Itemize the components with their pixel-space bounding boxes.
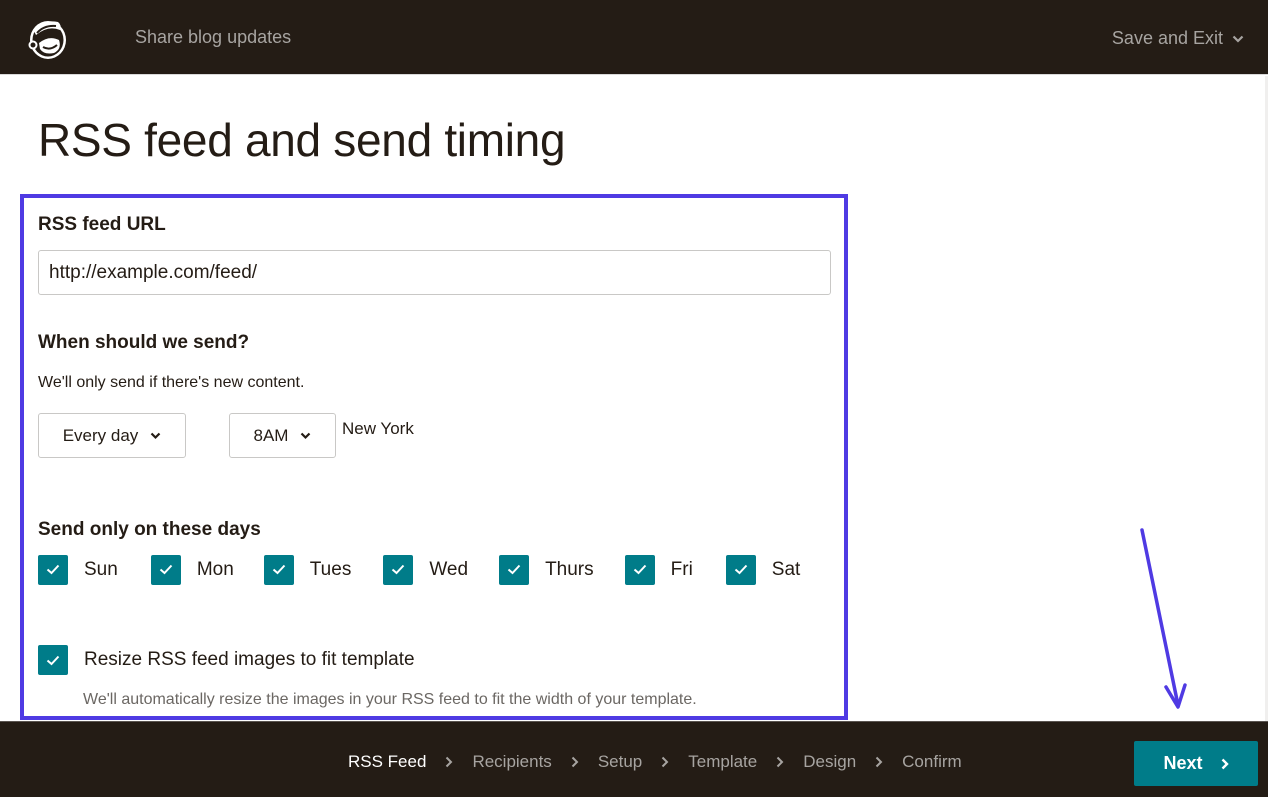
frequency-value: Every day — [62, 425, 139, 445]
checkbox[interactable] — [150, 554, 181, 585]
chevron-right-icon — [446, 756, 453, 768]
day-checkbox-sat[interactable]: Sat — [725, 554, 801, 585]
day-checkbox-fri[interactable]: Fri — [624, 554, 693, 585]
page-title: RSS feed and send timing — [38, 114, 566, 166]
step-template[interactable]: Template — [688, 752, 757, 772]
time-select[interactable]: 8AM — [229, 413, 336, 458]
step-recipients[interactable]: Recipients — [472, 752, 551, 772]
checkbox[interactable] — [38, 645, 68, 675]
chevron-down-icon — [301, 432, 311, 439]
checkbox[interactable] — [624, 554, 655, 585]
send-timing-help: We'll only send if there's new content. — [38, 374, 305, 391]
day-checkbox-tues[interactable]: Tues — [263, 554, 352, 585]
chevron-right-icon — [1221, 758, 1229, 769]
checkmark-icon — [272, 564, 286, 575]
send-days-label: Send only on these days — [38, 519, 261, 540]
timezone-label: New York — [342, 419, 414, 438]
frequency-select[interactable]: Every day — [38, 413, 186, 458]
chevron-right-icon — [662, 756, 669, 768]
checkmark-icon — [507, 564, 521, 575]
chevron-right-icon — [875, 756, 883, 768]
resize-images-help: We'll automatically resize the images in… — [83, 691, 697, 708]
save-and-exit-button[interactable]: Save and Exit — [1112, 28, 1244, 49]
checkmark-icon — [46, 564, 60, 575]
chevron-right-icon — [571, 756, 579, 768]
checkbox[interactable] — [725, 554, 756, 585]
day-label: Sat — [771, 558, 801, 580]
campaign-name: Share blog updates — [135, 27, 292, 47]
checkmark-icon — [633, 564, 646, 575]
day-checkbox-mon[interactable]: Mon — [150, 554, 234, 585]
footer-bar: RSS Feed Recipients Setup Template Desig… — [0, 721, 1268, 797]
day-label: Tues — [309, 558, 352, 580]
resize-images-checkbox[interactable]: Resize RSS feed images to fit template — [38, 645, 415, 675]
day-checkbox-sun[interactable]: Sun — [38, 554, 118, 585]
chevron-right-icon — [777, 756, 784, 768]
next-label: Next — [1163, 753, 1203, 773]
checkbox[interactable] — [38, 554, 68, 585]
day-label: Fri — [670, 558, 693, 580]
days-checkbox-group: Sun Mon Tues Wed Thurs Fri Sat — [38, 554, 800, 585]
next-button[interactable]: Next — [1134, 741, 1258, 786]
mailchimp-logo-icon[interactable] — [22, 13, 72, 63]
resize-images-label: Resize RSS feed images to fit template — [84, 649, 415, 670]
checkbox[interactable] — [383, 554, 414, 585]
step-rss-feed[interactable]: RSS Feed — [348, 752, 426, 772]
progress-steps: RSS Feed Recipients Setup Template Desig… — [348, 752, 962, 772]
checkmark-icon — [159, 564, 173, 575]
checkbox[interactable] — [263, 554, 294, 585]
checkmark-icon — [734, 564, 748, 575]
top-bar: Share blog updates Save and Exit — [0, 0, 1268, 75]
step-design[interactable]: Design — [803, 752, 856, 772]
time-value: 8AM — [253, 425, 289, 445]
chevron-down-icon — [1232, 35, 1244, 43]
annotation-arrow-icon — [1140, 528, 1187, 709]
day-checkbox-wed[interactable]: Wed — [383, 554, 469, 585]
checkmark-icon — [392, 564, 405, 575]
rss-url-input[interactable] — [38, 250, 831, 295]
day-label: Wed — [429, 558, 469, 580]
checkbox[interactable] — [499, 554, 530, 585]
day-label: Sun — [84, 558, 118, 580]
checkmark-icon — [46, 655, 60, 665]
day-label: Thurs — [545, 558, 594, 580]
day-checkbox-thurs[interactable]: Thurs — [499, 554, 594, 585]
rss-url-label: RSS feed URL — [38, 214, 166, 235]
send-timing-label: When should we send? — [38, 332, 250, 353]
day-label: Mon — [196, 558, 234, 580]
step-setup[interactable]: Setup — [598, 752, 642, 772]
step-confirm[interactable]: Confirm — [902, 752, 962, 772]
save-and-exit-label: Save and Exit — [1111, 28, 1223, 48]
chevron-down-icon — [151, 432, 161, 439]
